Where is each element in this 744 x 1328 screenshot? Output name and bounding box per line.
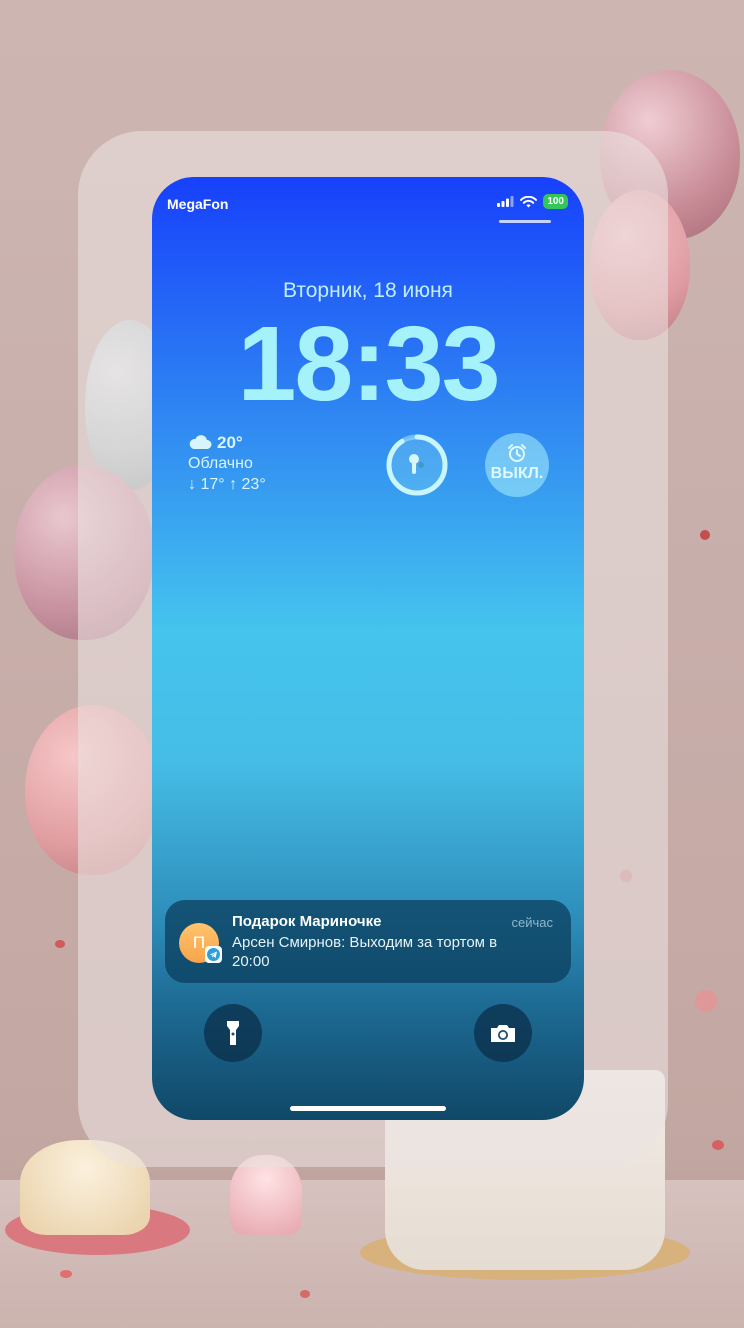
status-icons: 100 <box>497 194 568 209</box>
cupcake <box>230 1155 302 1235</box>
weather-condition: Облачно <box>188 455 253 472</box>
airpods-icon <box>409 454 424 474</box>
cake-stand <box>360 1225 690 1280</box>
battery-indicator: 100 <box>543 194 568 209</box>
camera-button[interactable] <box>474 1004 532 1062</box>
weather-temperature: 20° <box>217 433 243 452</box>
confetti <box>712 1140 724 1150</box>
lock-screen: MegaFon 100 Вторник, 18 июня 18:33 20° О… <box>152 177 584 1120</box>
notification-body: Арсен Смирнов: Выходим за тортом в 20:00 <box>232 934 498 970</box>
alarm-widget[interactable]: ВЫКЛ. <box>485 433 549 497</box>
cloud-icon <box>189 435 212 449</box>
weather-low-high: ↓ 17° ↑ 23° <box>188 476 266 493</box>
alarm-clock-icon <box>508 444 526 462</box>
weather-temp-row: 20° <box>188 432 266 453</box>
plate <box>5 1205 190 1255</box>
confetti <box>55 940 65 948</box>
notification-time: сейчас <box>511 915 554 930</box>
confetti <box>60 1270 72 1278</box>
wifi-icon <box>520 195 538 207</box>
status-bar: MegaFon 100 <box>152 177 584 227</box>
weather-widget[interactable]: 20° Облачно ↓ 17° ↑ 23° <box>188 432 266 495</box>
confetti <box>300 1290 310 1298</box>
flashlight-icon <box>227 1021 239 1045</box>
telegram-icon <box>205 946 222 963</box>
flashlight-button[interactable] <box>204 1004 262 1062</box>
table-surface <box>0 1180 744 1328</box>
confetti <box>700 530 710 540</box>
airpods-battery-widget[interactable] <box>385 433 449 497</box>
lock-time: 18:33 <box>237 305 500 423</box>
status-underline <box>499 220 551 223</box>
home-indicator[interactable] <box>290 1106 446 1111</box>
carrier-label: MegaFon <box>167 196 229 212</box>
notification-title: Подарок Мариночке <box>232 913 382 930</box>
camera-icon <box>491 1025 515 1042</box>
confetti <box>695 990 717 1012</box>
notification-card[interactable]: П Подарок Мариночке сейчас Арсен Смирнов… <box>165 900 571 983</box>
lock-date: Вторник, 18 июня <box>283 279 453 302</box>
alarm-status-label: ВЫКЛ. <box>490 465 544 482</box>
cellular-signal-icon <box>497 196 514 207</box>
